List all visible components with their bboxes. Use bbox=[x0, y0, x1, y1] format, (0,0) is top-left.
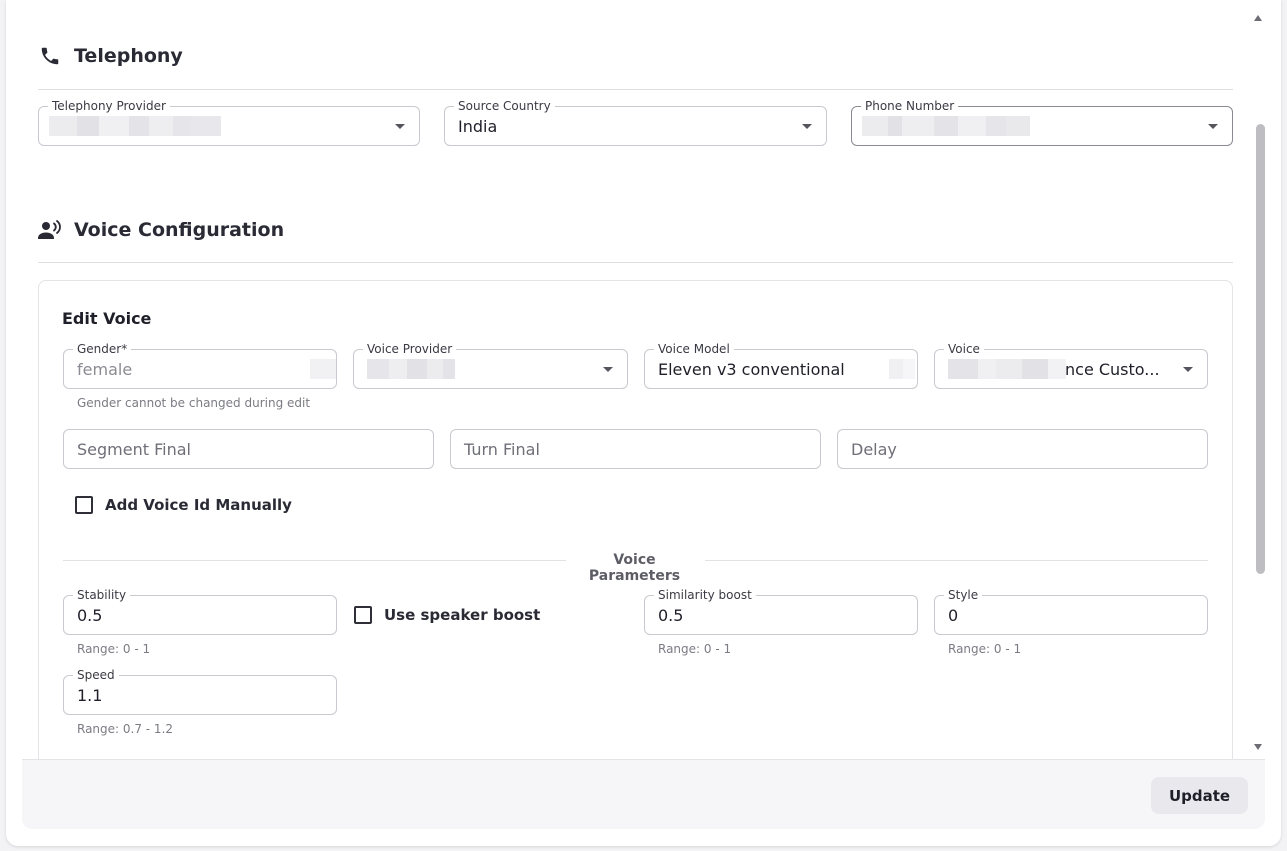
redacted-value bbox=[889, 359, 915, 379]
similarity-boost-value: 0.5 bbox=[658, 606, 684, 625]
gender-label: Gender* bbox=[73, 342, 132, 356]
stability-label: Stability bbox=[73, 588, 131, 602]
segment-final-input[interactable]: Segment Final bbox=[63, 429, 434, 469]
voice-model-label: Voice Model bbox=[654, 342, 734, 356]
stability-helper: Range: 0 - 1 bbox=[77, 642, 151, 656]
voice-config-section-header: Voice Configuration bbox=[38, 215, 284, 245]
chevron-down-icon bbox=[395, 124, 405, 129]
delay-placeholder: Delay bbox=[851, 440, 897, 459]
required-mark: * bbox=[121, 342, 128, 356]
voice-model-value: Eleven v3 conventional bbox=[658, 360, 845, 379]
voice-agent-dialog: Telephony Telephony Provider Source Coun… bbox=[6, 0, 1281, 846]
voice-select[interactable]: Voice nce Custo... bbox=[934, 342, 1208, 389]
telephony-section-header: Telephony bbox=[38, 41, 183, 71]
voice-provider-label: Voice Provider bbox=[363, 342, 457, 356]
voice-label: Voice bbox=[944, 342, 984, 356]
similarity-boost-helper: Range: 0 - 1 bbox=[658, 642, 732, 656]
source-country-select[interactable]: Source Country India bbox=[444, 99, 827, 146]
speaker-boost-label: Use speaker boost bbox=[384, 606, 541, 624]
phone-icon bbox=[38, 44, 62, 68]
phone-number-select[interactable]: Phone Number bbox=[851, 99, 1233, 146]
voice-parameters-title: Voice Parameters bbox=[588, 552, 681, 584]
chevron-down-icon bbox=[603, 367, 613, 372]
redacted-value bbox=[310, 359, 336, 379]
telephony-title: Telephony bbox=[74, 45, 183, 67]
voice-config-divider bbox=[38, 262, 1233, 263]
parameters-divider-right bbox=[705, 560, 1208, 561]
chevron-down-icon bbox=[1183, 367, 1193, 372]
delay-input[interactable]: Delay bbox=[837, 429, 1208, 469]
gender-value: female bbox=[77, 360, 133, 379]
scroll-up-arrow-icon[interactable] bbox=[1254, 15, 1262, 21]
telephony-provider-label: Telephony Provider bbox=[48, 99, 170, 113]
speed-helper: Range: 0.7 - 1.2 bbox=[77, 722, 174, 736]
voice-value: nce Custo... bbox=[1065, 360, 1160, 379]
parameters-divider-left bbox=[63, 560, 566, 561]
similarity-boost-label: Similarity boost bbox=[654, 588, 756, 602]
checkbox-box[interactable] bbox=[354, 606, 372, 624]
voice-speaker-icon bbox=[38, 218, 62, 242]
source-country-value: India bbox=[458, 117, 498, 136]
add-voice-id-checkbox[interactable]: Add Voice Id Manually bbox=[75, 496, 292, 514]
turn-final-input[interactable]: Turn Final bbox=[450, 429, 821, 469]
dialog-scroll-area: Telephony Telephony Provider Source Coun… bbox=[6, 0, 1281, 759]
add-voice-id-label: Add Voice Id Manually bbox=[105, 496, 292, 514]
telephony-divider bbox=[38, 89, 1233, 90]
speed-input[interactable]: Speed 1.1 bbox=[63, 668, 337, 715]
style-helper: Range: 0 - 1 bbox=[948, 642, 1022, 656]
scroll-down-arrow-icon[interactable] bbox=[1254, 744, 1262, 750]
update-button[interactable]: Update bbox=[1151, 777, 1248, 814]
redacted-value bbox=[948, 359, 1066, 379]
speaker-boost-checkbox[interactable]: Use speaker boost bbox=[354, 606, 540, 624]
speed-value: 1.1 bbox=[77, 686, 103, 705]
source-country-label: Source Country bbox=[454, 99, 555, 113]
checkbox-box[interactable] bbox=[75, 496, 93, 514]
redacted-value bbox=[49, 116, 221, 136]
style-label: Style bbox=[944, 588, 983, 602]
similarity-boost-input[interactable]: Similarity boost 0.5 bbox=[644, 588, 918, 635]
stability-input[interactable]: Stability 0.5 bbox=[63, 588, 337, 635]
telephony-provider-select[interactable]: Telephony Provider bbox=[38, 99, 420, 146]
phone-number-label: Phone Number bbox=[861, 99, 959, 113]
dialog-footer: Update bbox=[22, 759, 1265, 829]
chevron-down-icon bbox=[1208, 124, 1218, 129]
speed-label: Speed bbox=[73, 668, 119, 682]
style-input[interactable]: Style 0 bbox=[934, 588, 1208, 635]
gender-helper-text: Gender cannot be changed during edit bbox=[77, 396, 311, 410]
stability-value: 0.5 bbox=[77, 606, 103, 625]
vertical-scrollbar[interactable] bbox=[1251, 10, 1265, 756]
gender-field: Gender* female bbox=[63, 342, 337, 389]
redacted-value bbox=[862, 116, 1030, 136]
style-value: 0 bbox=[948, 606, 959, 625]
edit-voice-title: Edit Voice bbox=[62, 309, 152, 328]
gender-label-text: Gender bbox=[77, 342, 122, 356]
chevron-down-icon bbox=[802, 124, 812, 129]
voice-provider-select[interactable]: Voice Provider bbox=[353, 342, 628, 389]
voice-config-title: Voice Configuration bbox=[74, 219, 285, 241]
voice-model-field[interactable]: Voice Model Eleven v3 conventional bbox=[644, 342, 918, 389]
scrollbar-thumb[interactable] bbox=[1256, 124, 1265, 574]
segment-final-placeholder: Segment Final bbox=[77, 440, 191, 459]
turn-final-placeholder: Turn Final bbox=[464, 440, 540, 459]
redacted-value bbox=[367, 359, 455, 379]
